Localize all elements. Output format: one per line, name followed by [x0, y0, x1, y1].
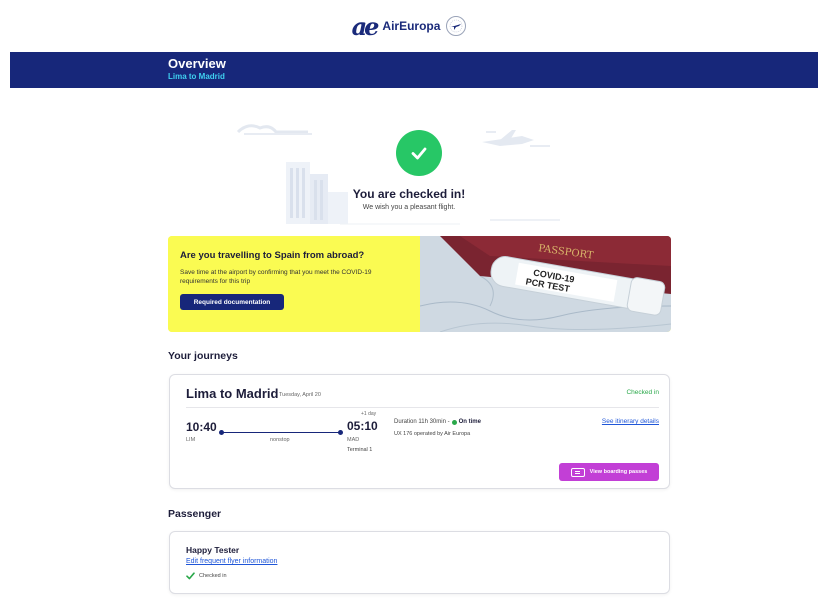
edit-frequent-flyer-link[interactable]: Edit frequent flyer information — [186, 558, 277, 565]
pcr-test-photo: PASSPORT COVID-19 PCR TEST — [420, 236, 671, 332]
page-title: Overview — [168, 56, 226, 71]
passenger-name: Happy Tester — [186, 545, 240, 555]
journey-card: Lima to Madrid Tuesday, April 20 Checked… — [169, 374, 670, 489]
passenger-status-label: Checked in — [199, 573, 227, 579]
itinerary-details-link[interactable]: See itinerary details — [602, 418, 659, 425]
departure-code: LIM — [186, 437, 196, 443]
on-time-label: On time — [458, 419, 481, 425]
route-line — [220, 432, 340, 433]
covid-banner: Are you travelling to Spain from abroad?… — [168, 236, 671, 332]
departure-time: 10:40 — [186, 420, 217, 434]
passenger-status: Checked in — [186, 572, 227, 580]
banner-title: Are you travelling to Spain from abroad? — [180, 250, 365, 261]
duration-text: Duration 11h 30min - — [394, 419, 450, 425]
on-time-dot-icon — [451, 419, 457, 425]
page-subtitle: Lima to Madrid — [168, 72, 225, 81]
stops-label: nonstop — [270, 437, 290, 443]
brand-logo: ae AirEuropa — [0, 0, 818, 52]
passenger-section-title: Passenger — [168, 508, 222, 520]
ticket-icon — [570, 467, 585, 477]
day-offset: +1 day — [361, 411, 377, 417]
arrival-code: MAD — [347, 437, 360, 443]
divider — [186, 407, 659, 408]
banner-content: Are you travelling to Spain from abroad?… — [168, 236, 420, 332]
logo-text: AirEuropa — [382, 19, 441, 33]
seal-icon — [446, 16, 467, 36]
confirmation-title: You are checked in! — [352, 187, 466, 201]
arrival-time: 05:10 — [347, 419, 378, 433]
passenger-card: Happy Tester Edit frequent flyer informa… — [169, 531, 670, 594]
banner-text: Save time at the airport by confirming t… — [180, 269, 372, 285]
operated-by: UX 176 operated by Air Europa — [394, 431, 471, 437]
page-header: Overview Lima to Madrid — [10, 52, 818, 88]
arrival-dot — [338, 430, 343, 435]
journey-status: Checked in — [626, 389, 659, 396]
view-boarding-passes-button[interactable]: View boarding passes — [559, 463, 659, 481]
journey-date: Tuesday, April 20 — [279, 392, 321, 398]
journeys-section-title: Your journeys — [168, 350, 238, 362]
checkmark-icon — [186, 572, 195, 580]
logo-mark: ae — [351, 11, 380, 41]
flight-duration: Duration 11h 30min - On time — [394, 419, 481, 425]
confirmation-subtitle: We wish you a pleasant flight. — [362, 204, 456, 211]
arrival-terminal: Terminal 1 — [347, 447, 373, 453]
check-circle-icon — [396, 130, 442, 176]
required-documentation-button[interactable]: Required documentation — [180, 294, 284, 310]
journey-route: Lima to Madrid — [186, 386, 279, 401]
boarding-pass-label: View boarding passes — [589, 469, 648, 475]
